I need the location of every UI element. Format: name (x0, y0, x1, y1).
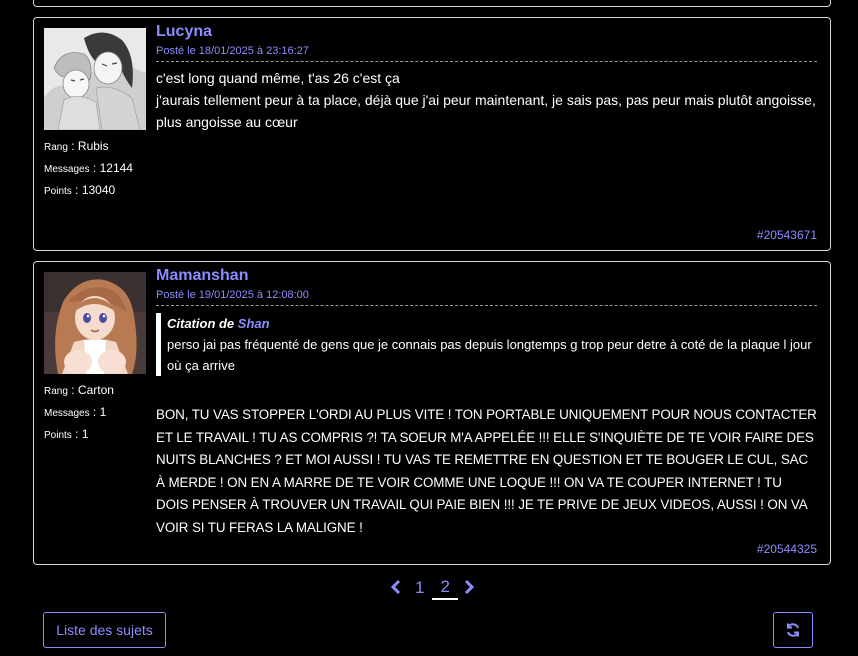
quote-text: perso jai pas fréquenté de gens que je c… (167, 337, 812, 373)
post-line: j'aurais tellement peur à ta place, déjà… (156, 92, 816, 130)
post-content: c'est long quand même, t'as 26 c'est ça … (156, 67, 817, 133)
post-line: c'est long quand même, t'as 26 c'est ça (156, 70, 400, 86)
user-messages: Messages : 1 (44, 405, 107, 419)
refresh-button[interactable] (773, 612, 813, 648)
anime-woman-avatar-icon (44, 272, 146, 374)
user-messages: Messages : 12144 (44, 161, 133, 175)
user-rank: Rang : Carton (44, 383, 114, 397)
user-points: Points : 13040 (44, 183, 116, 197)
post-author[interactable]: Lucyna (156, 22, 817, 42)
previous-post-card (33, 0, 831, 7)
forum-post: Rang : Carton Messages : 1 Points : 1 Ma… (33, 261, 831, 565)
post-author[interactable]: Mamanshan (156, 266, 817, 286)
user-avatar[interactable] (44, 272, 146, 374)
post-date: Posté le 18/01/2025 à 23:16:27 (156, 42, 817, 62)
user-points: Points : 1 (44, 427, 89, 441)
post-date: Posté le 19/01/2025 à 12:08:00 (156, 286, 817, 306)
user-stats: Rang : Rubis Messages : 12144 Points : 1… (44, 136, 133, 202)
refresh-icon (787, 623, 799, 637)
page-link-1[interactable]: 1 (407, 577, 432, 599)
post-body: Mamanshan Posté le 19/01/2025 à 12:08:00… (156, 266, 817, 540)
page-link-2-current[interactable]: 2 (432, 576, 458, 600)
user-avatar[interactable] (44, 28, 146, 130)
quote-header: Citation de Shan (167, 316, 270, 331)
post-id-link[interactable]: #20543671 (757, 228, 817, 242)
pagination: 1 2 (385, 575, 480, 601)
quote-author[interactable]: Shan (238, 316, 270, 331)
forum-post: Rang : Rubis Messages : 12144 Points : 1… (33, 17, 831, 251)
manga-couple-avatar-icon (44, 28, 146, 130)
chevron-left-icon[interactable] (385, 575, 407, 601)
quote-block: Citation de Shan perso jai pas fréquenté… (156, 313, 817, 376)
topic-list-button[interactable]: Liste des sujets (43, 612, 166, 648)
chevron-right-icon[interactable] (458, 575, 480, 601)
forum-topic-page: Rang : Rubis Messages : 12144 Points : 1… (0, 0, 858, 656)
post-body: Lucyna Posté le 18/01/2025 à 23:16:27 c'… (156, 22, 817, 133)
post-content: BON, TU VAS STOPPER L'ORDI AU PLUS VITE … (156, 407, 817, 535)
user-stats: Rang : Carton Messages : 1 Points : 1 (44, 380, 114, 446)
post-id-link[interactable]: #20544325 (757, 542, 817, 556)
user-rank: Rang : Rubis (44, 139, 109, 153)
